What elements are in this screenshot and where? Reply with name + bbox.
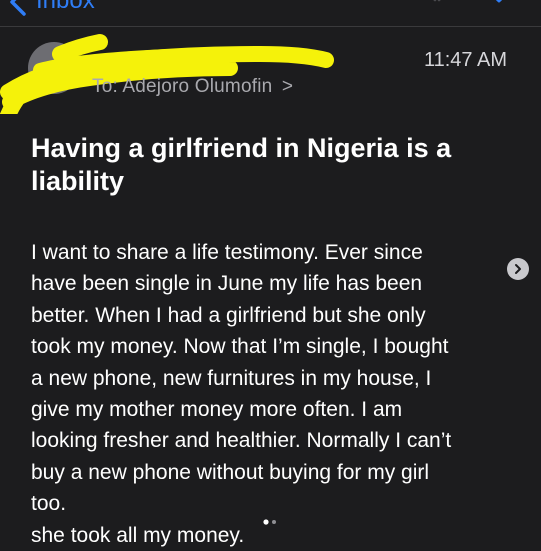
body-line: a new phone, new furnitures in my house,…: [31, 366, 432, 390]
chevron-down-icon[interactable]: [488, 0, 510, 6]
navigation-bar: Inbox: [0, 0, 541, 26]
page-indicator: [263, 519, 276, 525]
recipient-name: Adejoro Olumofin: [122, 76, 273, 97]
body-line: better. When I had a girlfriend but she …: [31, 303, 426, 327]
recipient-line[interactable]: To: Adejoro Olumofin >: [92, 76, 293, 98]
divider: [0, 26, 541, 27]
body-line: too.: [31, 492, 67, 516]
back-label: Inbox: [36, 0, 95, 14]
body-line: I want to share a life testimony. Ever s…: [31, 241, 423, 264]
chevron-right-icon: [515, 264, 521, 274]
back-button[interactable]: Inbox: [4, 0, 95, 16]
body-line: give my mother money more often. I am: [31, 398, 403, 422]
redaction-scribble: [0, 34, 334, 114]
to-prefix: To:: [92, 76, 118, 97]
chevron-left-icon: [10, 0, 26, 16]
timestamp: 11:47 AM: [423, 49, 507, 71]
body-line: took my money. Now that I’m single, I bo…: [31, 335, 449, 359]
body-line: looking fresher and healthier. Normally …: [31, 429, 452, 453]
close-icon[interactable]: [424, 0, 450, 6]
email-subject: Having a girlfriend in Nigeria is a liab…: [31, 133, 452, 196]
body-line: have been single in June my life has bee…: [31, 272, 423, 296]
chevron-right-icon: >: [281, 76, 294, 97]
expand-arrow-button[interactable]: [507, 258, 529, 280]
body-line: buy a new phone without buying for my gi…: [31, 460, 430, 484]
email-body: I want to share a life testimony. Ever s…: [31, 237, 511, 551]
